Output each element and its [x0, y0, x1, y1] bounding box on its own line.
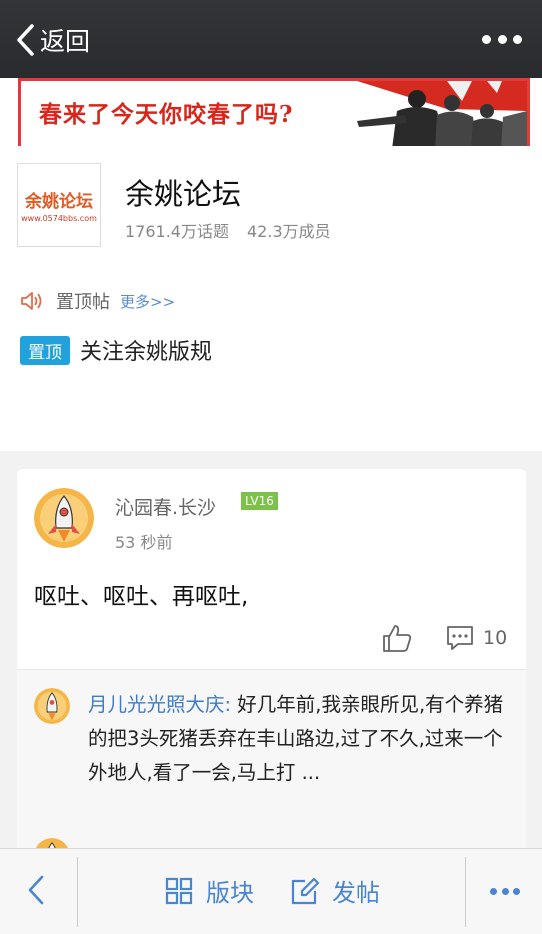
- top-navigation-bar: 返回: [0, 0, 542, 78]
- comment-count: 10: [483, 627, 508, 649]
- dot-icon: [513, 888, 520, 895]
- edit-icon: [291, 877, 320, 904]
- back-label: 返回: [40, 27, 91, 56]
- forum-logo-url: www.0574bbs.com: [21, 214, 97, 223]
- chevron-left-icon: [17, 24, 34, 56]
- pinned-heading: 置顶帖: [56, 292, 110, 313]
- forum-logo[interactable]: 余姚论坛 www.0574bbs.com: [17, 163, 101, 247]
- bottom-toolbar: 版块 发帖: [0, 848, 542, 934]
- post-author[interactable]: 沁园春.长沙: [115, 493, 216, 520]
- reply-author[interactable]: 月儿光光照大庆:: [88, 693, 231, 716]
- pinned-badge: 置顶: [20, 335, 70, 365]
- advertisement-banner[interactable]: 春来了今天你咬春了吗?: [18, 78, 530, 152]
- grid-icon: [165, 877, 193, 904]
- post-content[interactable]: 呕吐、呕吐、再呕吐,: [34, 577, 248, 611]
- banner-slogan: 春来了今天你咬春了吗?: [39, 101, 294, 128]
- dot-icon: [482, 34, 491, 44]
- forum-stats: 1761.4万话题 42.3万成员: [125, 218, 331, 242]
- post-time: 53 秒前: [115, 533, 173, 552]
- more-options-button[interactable]: [482, 32, 522, 46]
- more-menu-button[interactable]: [490, 888, 520, 898]
- dot-icon: [490, 888, 497, 895]
- board-button[interactable]: 版块: [164, 873, 254, 908]
- forum-logo-text: 余姚论坛: [25, 192, 93, 212]
- rocket-avatar-icon: [34, 688, 70, 724]
- back-button[interactable]: 返回: [14, 22, 90, 58]
- divider: [77, 857, 78, 927]
- more-link[interactable]: 更多>>: [120, 291, 175, 312]
- forum-header: 余姚论坛 www.0574bbs.com 余姚论坛 1761.4万话题 42.3万…: [0, 146, 542, 267]
- comment-icon: [447, 626, 473, 650]
- reply-avatar: [34, 688, 70, 724]
- member-count: 42.3万成员: [247, 222, 331, 241]
- new-post-label: 发帖: [332, 879, 380, 907]
- banner-area: 春来了今天你咬春了吗?: [0, 78, 542, 152]
- forum-name: 余姚论坛: [125, 177, 242, 211]
- rocket-avatar-icon: [34, 488, 94, 548]
- reply-text-block: 月儿光光照大庆: 好几年前,我亲眼所见,有个养猪的把3头死猪丢弃在丰山路边,过了…: [88, 688, 520, 790]
- comment-button[interactable]: 10: [445, 624, 507, 652]
- pinned-header: 置顶帖 更多>>: [20, 288, 175, 314]
- level-badge: LV16: [241, 492, 278, 510]
- speaker-icon: [21, 292, 42, 310]
- divider: [465, 857, 466, 927]
- new-post-button[interactable]: 发帖: [290, 873, 380, 908]
- dot-icon: [497, 34, 507, 44]
- board-label: 版块: [206, 879, 254, 907]
- chevron-left-icon[interactable]: [22, 873, 50, 907]
- topic-count: 1761.4万话题: [125, 222, 229, 241]
- pinned-post-title: 关注余姚版规: [80, 340, 213, 365]
- avatar[interactable]: [34, 488, 94, 548]
- pinned-post[interactable]: 置顶 关注余姚版规: [20, 334, 212, 366]
- dot-icon: [513, 34, 522, 44]
- dot-icon: [501, 888, 509, 895]
- propaganda-poster-illustration: [297, 81, 527, 149]
- thumbs-up-icon[interactable]: [381, 622, 413, 654]
- pinned-section: 置顶帖 更多>> 置顶 关注余姚版规: [0, 266, 542, 451]
- post-card[interactable]: 沁园春.长沙 LV16 53 秒前 呕吐、呕吐、再呕吐, 10 月儿光光照大庆:: [17, 469, 526, 889]
